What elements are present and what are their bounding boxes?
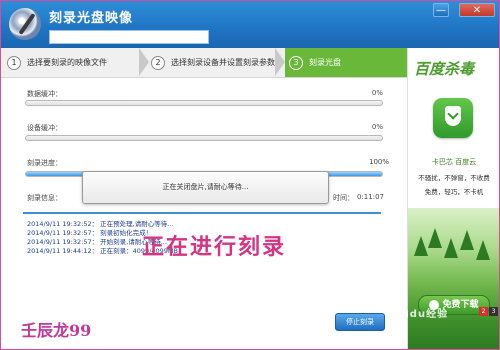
step-1: 1 选择要刻录的映像文件: [1, 48, 145, 77]
step-3-number: 3: [289, 55, 303, 70]
closing-disc-dialog: 正在关闭盘片,请耐心等待...: [82, 171, 329, 204]
ad-panel[interactable]: 百度杀毒 卡巴芯 百度云 不骚扰，不弹窗，不收费 免费，轻巧，不卡机 免费下载: [407, 48, 499, 349]
device-buffer-bar: [25, 135, 383, 141]
data-buffer-value: 0%: [371, 89, 383, 97]
overlay-caption: 正在进行刻录: [142, 235, 287, 260]
step-1-label: 选择要刻录的映像文件: [27, 58, 107, 67]
watermark: Baidu经验: [389, 309, 449, 320]
burn-window: 刻录光盘映像 — ✕ 1 选择要刻录的映像文件 2 选择刻录设备并设置刻录参数 …: [0, 0, 500, 350]
ad-page-3[interactable]: 3: [489, 307, 498, 316]
closing-disc-message: 正在关闭盘片,请耐心等待...: [162, 183, 249, 191]
title-bar: 刻录光盘映像 — ✕: [1, 1, 499, 48]
step-3-label: 刻录光盘: [309, 58, 341, 67]
ad-feature-1: 不骚扰，不弹窗，不收费: [418, 174, 490, 182]
data-buffer-bar: [25, 100, 383, 106]
step-2: 2 选择刻录设备并设置刻录参数: [151, 48, 279, 77]
device-buffer-label: 设备缓冲：: [27, 124, 62, 132]
app-title: 刻录光盘映像: [49, 11, 134, 26]
title-field: [49, 30, 209, 44]
disc-logo-icon: [9, 8, 41, 40]
stop-burn-button[interactable]: 停止刻录: [335, 313, 385, 331]
shield-app-icon: [433, 98, 473, 138]
step-bar: 1 选择要刻录的映像文件 2 选择刻录设备并设置刻录参数 3 刻录光盘: [1, 48, 411, 78]
step-2-label: 选择刻录设备并设置刻录参数: [171, 58, 275, 67]
step-2-number: 2: [151, 55, 165, 70]
device-buffer-value: 0%: [371, 123, 383, 131]
time-label: 时间：: [333, 194, 354, 202]
info-label: 刻录信息：: [27, 194, 62, 202]
data-buffer-label: 数据缓冲：: [27, 90, 62, 98]
time-value: 0:11:07: [357, 193, 384, 201]
ad-tagline: 卡巴芯 百度云: [431, 158, 477, 166]
ad-logo: 百度杀毒: [414, 60, 475, 78]
ad-feature-2: 免费，轻巧，不卡机: [424, 188, 484, 196]
main-panel: 数据缓冲： 0% 设备缓冲： 0% 刻录进度： 100% 刻录信息： 时间： 0…: [1, 78, 407, 349]
burn-progress-label: 刻录进度：: [27, 159, 62, 167]
ad-page-2[interactable]: 2: [479, 307, 488, 316]
step-1-number: 1: [7, 55, 21, 70]
step-separator-2: [275, 48, 285, 76]
minimize-button[interactable]: —: [433, 3, 449, 17]
author-signature: 壬辰龙99: [21, 321, 92, 340]
step-separator-1: [139, 48, 149, 76]
ad-scenery-image: [408, 208, 499, 349]
burn-progress-value: 100%: [368, 158, 389, 166]
close-button[interactable]: ✕: [459, 3, 495, 17]
step-3: 3 刻录光盘: [285, 48, 411, 77]
